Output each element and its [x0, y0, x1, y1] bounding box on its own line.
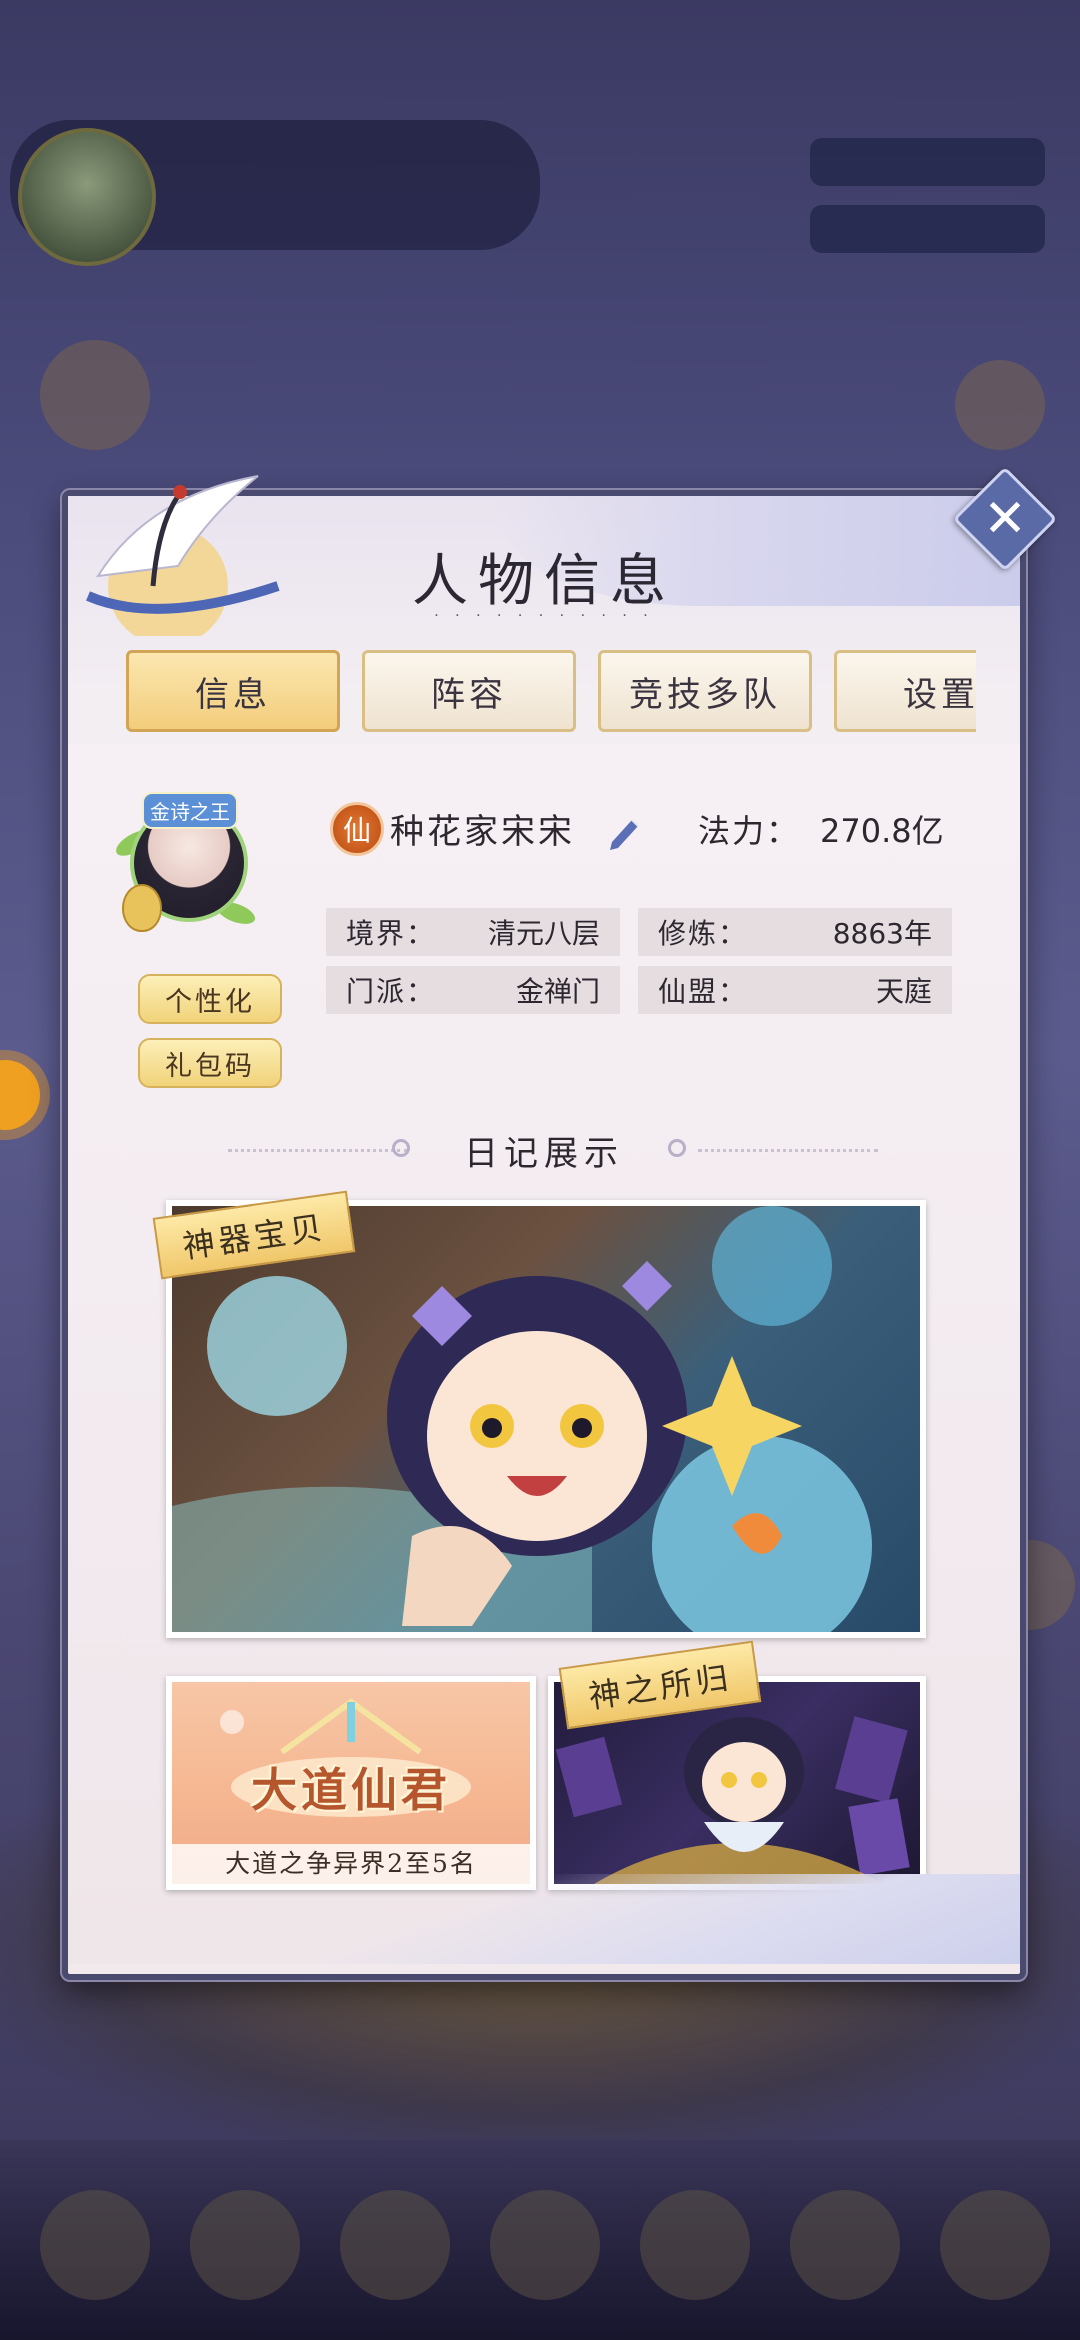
bg-avatar: [18, 128, 156, 266]
bg-dock-button: [340, 2190, 450, 2300]
edit-name-icon[interactable]: [604, 812, 644, 852]
stat-realm: 境界： 清元八层: [326, 908, 620, 956]
title-logo: 大道仙君: [251, 1763, 451, 1817]
diary-card-title-award[interactable]: 大道仙君 大道之争异界2至5名: [166, 1676, 536, 1890]
bg-dock-button: [490, 2190, 600, 2300]
tab-arena-teams[interactable]: 竞技多队: [598, 650, 812, 732]
tab-settings[interactable]: 设置: [834, 650, 976, 732]
stat-cultivation: 修炼： 8863年: [638, 908, 952, 956]
personalize-label: 个性化: [165, 986, 255, 1018]
stat-value: 天庭: [875, 975, 932, 1008]
stat-label: 仙盟：: [658, 975, 749, 1008]
bg-event-icon: [955, 360, 1045, 450]
diary-card-artifact[interactable]: 神器宝贝: [152, 1190, 926, 1638]
close-icon: ✕: [983, 489, 1027, 549]
player-name: 种花家宋宋: [390, 812, 575, 852]
power-label: 法力：: [698, 812, 801, 850]
bg-dock-button: [640, 2190, 750, 2300]
stat-sect: 门派： 金禅门: [326, 966, 620, 1014]
tab-info[interactable]: 信息: [126, 650, 340, 732]
diary-card-image: 大道仙君 大道之争异界2至5名: [172, 1682, 530, 1884]
stat-value: 8863年: [832, 917, 932, 950]
avatar[interactable]: 金诗之王: [112, 792, 258, 932]
gourd-icon: [122, 884, 162, 932]
bg-dock-button: [790, 2190, 900, 2300]
stat-value: 清元八层: [487, 917, 600, 950]
bg-dock-button: [40, 2190, 150, 2300]
divider-ornament: [668, 1139, 686, 1157]
bg-dock-button: [940, 2190, 1050, 2300]
dialog-title: 人物信息: [412, 549, 676, 614]
bg-dock-button: [190, 2190, 300, 2300]
footer-decoration: [68, 1874, 1020, 1964]
rank-glyph: 仙: [342, 814, 371, 847]
bg-currency-bar: [810, 205, 1045, 253]
stat-label: 境界：: [346, 917, 437, 950]
tab-label: 设置: [903, 674, 976, 715]
character-info-dialog: 人物信息 · · · · · · · · · · · ✕ 信息 阵容 竞技多队 …: [62, 466, 1058, 1980]
tab-label: 竞技多队: [629, 674, 781, 715]
stat-label: 门派：: [346, 975, 437, 1008]
bg-bottom-dock: [0, 2140, 1080, 2340]
gift-code-button[interactable]: 礼包码: [138, 1038, 282, 1088]
sun-icon: [0, 1060, 40, 1130]
tab-lineup[interactable]: 阵容: [362, 650, 576, 732]
stat-value: 金禅门: [515, 975, 600, 1008]
divider: [698, 1149, 878, 1154]
tab-bar: 信息 阵容 竞技多队 设置: [126, 650, 976, 734]
diary-card-divine[interactable]: 神之所归: [548, 1640, 926, 1890]
tab-label: 信息: [195, 674, 271, 715]
gift-code-label: 礼包码: [165, 1050, 255, 1082]
tab-label: 阵容: [431, 674, 507, 715]
diary-card-image: [172, 1206, 920, 1632]
rank-icon: 仙: [330, 802, 384, 856]
power-value: 270.8亿: [820, 812, 944, 850]
title-ornament: · · · · · · · · · · ·: [434, 608, 654, 624]
info-panel: 金诗之王 个性化 礼包码 仙 种花家宋宋 法力： 270.8亿 境界： 清元八层…: [68, 744, 1020, 1964]
stat-alliance: 仙盟： 天庭: [638, 966, 952, 1014]
avatar-frame-badge: 金诗之王: [142, 792, 238, 829]
dialog-header: 人物信息 · · · · · · · · · · · ✕ 信息 阵容 竞技多队 …: [68, 466, 1058, 746]
bg-event-icon: [40, 340, 150, 450]
chibi-character-illustration: [172, 1206, 872, 1632]
bg-currency-bar: [810, 138, 1045, 186]
stat-label: 修炼：: [658, 917, 749, 950]
personalize-button[interactable]: 个性化: [138, 974, 282, 1024]
